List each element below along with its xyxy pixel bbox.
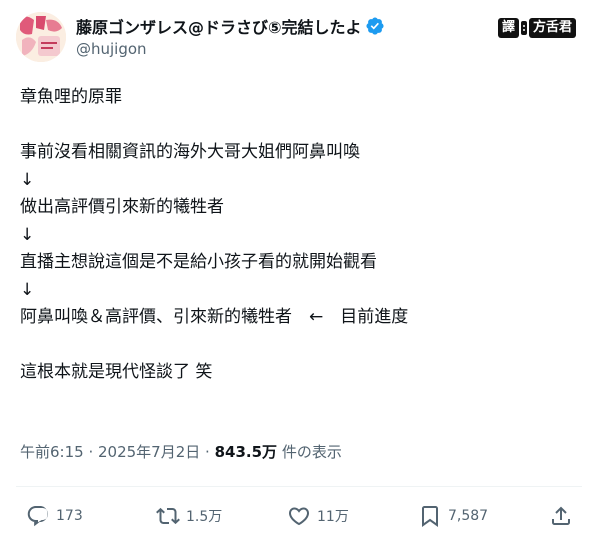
tweet-time: 午前6:15 xyxy=(20,443,84,461)
heart-icon xyxy=(288,507,310,526)
tweet-line: 章魚哩的原罪 xyxy=(20,87,122,107)
tweet-line: 阿鼻叫喚＆高評價、引來新的犧牲者 ← 目前進度 xyxy=(20,307,409,327)
manga-cover-avatar-icon xyxy=(16,12,66,62)
like-count: 11万 xyxy=(317,509,349,525)
watermark-right-text: 方舌君 xyxy=(528,18,576,38)
reply-button[interactable]: 173 xyxy=(26,498,83,534)
like-button[interactable]: 11万 xyxy=(287,498,349,534)
avatar[interactable] xyxy=(16,12,66,62)
verified-badge-icon[interactable] xyxy=(365,16,385,36)
divider xyxy=(16,486,582,487)
share-button[interactable] xyxy=(549,498,573,534)
tweet-date: 2025年7月2日 xyxy=(98,443,201,461)
views-count: 843.5万 xyxy=(214,443,278,461)
author-name-row: 藤原ゴンザレス@ドラさび⑤完結したよ xyxy=(76,14,385,38)
tweet-line: 做出高評價引來新的犧牲者 xyxy=(20,197,224,217)
tweet-line: 這根本就是現代怪談了 笑 xyxy=(20,362,213,382)
views-label: 件の表示 xyxy=(281,443,342,461)
action-bar: 173 1.5万 11万 7,587 xyxy=(0,498,598,534)
translator-watermark: 譯 方舌君 xyxy=(497,18,576,38)
reply-icon xyxy=(27,506,49,527)
meta-separator: · xyxy=(200,443,215,461)
tweet-line xyxy=(20,332,580,360)
share-icon xyxy=(552,506,570,525)
bookmark-button[interactable]: 7,587 xyxy=(418,498,488,534)
meta-separator: · xyxy=(83,443,98,461)
tweet-line: 事前沒看相關資訊的海外大哥大姐們阿鼻叫喚 xyxy=(20,142,360,162)
retweet-count: 1.5万 xyxy=(186,509,223,525)
tweet-meta: 午前6:15 · 2025年7月2日 · 843.5万 件の表示 xyxy=(20,441,342,462)
tweet-detail: 藤原ゴンザレス@ドラさび⑤完結したよ @hujigon 譯 方舌君 章魚哩的原罪… xyxy=(0,0,598,543)
tweet-text: 章魚哩的原罪 事前沒看相關資訊的海外大哥大姐們阿鼻叫喚 ↓ 做出高評價引來新的犧… xyxy=(20,84,580,387)
tweet-line: ↓ xyxy=(20,279,35,300)
tweet-line xyxy=(20,112,580,140)
tweet-line: ↓ xyxy=(20,224,35,245)
bookmark-count: 7,587 xyxy=(448,508,489,524)
reply-count: 173 xyxy=(56,508,83,524)
author-display-name[interactable]: 藤原ゴンザレス@ドラさび⑤完結したよ xyxy=(76,14,362,38)
watermark-dots-icon xyxy=(520,21,527,35)
bookmark-icon xyxy=(422,506,438,527)
watermark-left-text: 譯 xyxy=(497,18,519,38)
retweet-button[interactable]: 1.5万 xyxy=(156,498,222,534)
tweet-line: 直播主想說這個是不是給小孩子看的就開始觀看 xyxy=(20,252,377,272)
retweet-icon xyxy=(156,507,180,525)
tweet-time-link[interactable]: 午前6:15 · 2025年7月2日 xyxy=(20,443,200,461)
author-handle[interactable]: @hujigon xyxy=(76,40,147,58)
tweet-line: ↓ xyxy=(20,169,35,190)
